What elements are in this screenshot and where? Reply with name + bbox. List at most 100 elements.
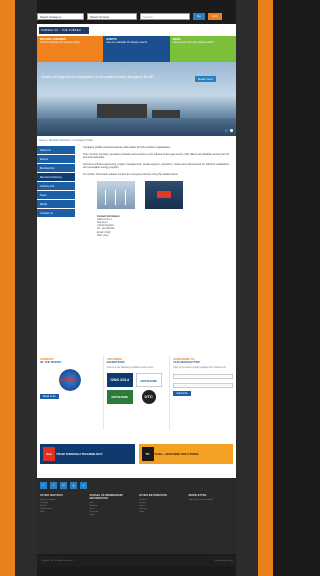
right-orange-border — [258, 0, 273, 576]
tile-text: See our calendar of industry events — [106, 41, 148, 45]
bottom-bar: © Subsea UK · All rights reserved Websit… — [37, 556, 236, 566]
breadcrumb: Home » Members Directory » Company Profi… — [37, 136, 236, 146]
turbine-shape — [125, 189, 126, 205]
lead-paragraph: Company profile overview and key informa… — [83, 146, 171, 149]
sidenav-item-events[interactable]: Events — [37, 155, 75, 164]
sidenav-item-news[interactable]: News — [37, 191, 75, 200]
youtube-icon[interactable]: y — [80, 482, 87, 489]
feature-columns: COMPANY OF THE MONTH Seanet Read more UP… — [37, 356, 236, 430]
footer-heading: SUBSEA UK MEMBERSHIP INFORMATION — [89, 494, 123, 500]
footer-link[interactable]: Jobs — [40, 511, 85, 514]
footer-link[interactable]: Login — [90, 514, 135, 517]
header: SUBSEA UK · THE SUBSEA NETWORK — [37, 24, 236, 39]
turbine-shape — [105, 189, 106, 205]
sponsor-logo: Sea — [43, 447, 55, 461]
tile-membership[interactable]: BECOME A MEMBER Join the Subsea UK netwo… — [37, 36, 104, 62]
column-subheading: EXHIBITIONS — [106, 360, 125, 365]
column-subheading: OF THE MONTH — [40, 360, 62, 365]
tile-events[interactable]: EVENTS See our calendar of industry even… — [103, 36, 170, 62]
service-select[interactable]: Select Service — [87, 12, 137, 20]
footer-heading: NEWSLETTER — [188, 494, 207, 497]
content-area: About Us Events Membership Members Direc… — [37, 146, 236, 237]
left-dark-border — [15, 0, 37, 576]
address-line[interactable]: Web: www. — [97, 234, 232, 237]
breadcrumb-current: Company Profile — [73, 139, 93, 142]
sponsor-banner-tofko[interactable]: TK TofKo · BUILDING SOLUTIONS — [138, 444, 233, 464]
logo-text: Seanet — [58, 376, 76, 383]
name-field[interactable] — [173, 373, 234, 379]
social-links: f t in g y — [40, 482, 233, 489]
sidenav-item-contact[interactable]: Contact Us — [37, 209, 75, 218]
subscribe-button[interactable]: Subscribe — [173, 390, 191, 396]
tile-news[interactable]: NEWS Latest news from the subsea sector — [169, 36, 236, 62]
right-dark-border — [236, 0, 258, 576]
vessel-image[interactable] — [145, 180, 183, 209]
category-select[interactable]: Select Category — [37, 12, 84, 20]
sidenav-item-about[interactable]: About Us — [37, 146, 75, 155]
main-content: Company profile overview and key informa… — [75, 146, 236, 237]
join-button[interactable]: Join — [208, 12, 222, 20]
email-field[interactable] — [173, 382, 234, 388]
linkedin-icon[interactable]: in — [60, 482, 67, 489]
breadcrumb-home[interactable]: Home — [39, 139, 46, 142]
offshore-energy-logo[interactable]: OFFSHORE ENERGY — [106, 389, 133, 413]
hero-banner: Subsea UK supports the development of th… — [37, 62, 236, 136]
newsletter-signup: SUBSCRIBE TO OUR NEWSLETTER Sign up to r… — [170, 356, 236, 430]
carousel-dots — [225, 129, 233, 132]
sidenav-item-membership[interactable]: Membership — [37, 164, 75, 173]
go-button[interactable]: Go — [193, 12, 206, 20]
tile-text: Latest news from the subsea sector — [172, 41, 214, 45]
footer-columns: OTHER SERVICES Industry Support Training… — [40, 494, 233, 517]
sponsor-logo: TK — [141, 447, 154, 461]
sponsor-banner-seanet[interactable]: Sea YOUR THROUGH TECHNOLOGY — [40, 444, 135, 464]
hero-caption: Subsea UK supports the development of th… — [41, 75, 154, 79]
offshore-europe-logo[interactable]: OFFSHORE EUROPE — [135, 372, 162, 397]
body-paragraph: Services include engineering, project ma… — [83, 162, 230, 170]
utc-logo[interactable]: UTC — [141, 389, 156, 404]
feature-tiles: BECOME A MEMBER Join the Subsea UK netwo… — [37, 36, 236, 62]
image-gallery — [97, 180, 232, 209]
left-orange-border — [0, 0, 15, 576]
turbine-shape — [115, 189, 116, 205]
upcoming-exhibitions: UPCOMING EXHIBITIONS Visit us at the fol… — [104, 356, 171, 430]
footer-col: OTHER SERVICES Industry Support Training… — [40, 494, 85, 517]
vessel-shape — [157, 190, 171, 198]
carousel-dot[interactable] — [230, 129, 233, 132]
breadcrumb-section[interactable]: Members Directory — [49, 139, 71, 142]
sidenav-item-media[interactable]: Media — [37, 200, 75, 209]
tile-text: Join the Subsea UK network today — [40, 41, 80, 45]
footer-link[interactable]: Sign up for our newsletter — [189, 499, 234, 502]
column-subheading: OUR NEWSLETTER — [173, 360, 200, 365]
facebook-icon[interactable]: f — [40, 482, 47, 489]
sidenav-item-industry[interactable]: Industry Info — [37, 182, 75, 191]
banner-text: YOUR THROUGH TECHNOLOGY — [56, 452, 103, 456]
footer-link[interactable]: Links — [139, 511, 184, 514]
hero-read-more-button[interactable]: Read more — [195, 76, 216, 82]
body-paragraph: This member company provides products an… — [83, 152, 230, 160]
company-of-month: COMPANY OF THE MONTH Seanet Read more — [37, 356, 104, 430]
footer-heading: OTHER SERVICES — [40, 494, 63, 497]
footer-heading: OTHER INFORMATION — [139, 494, 167, 497]
banner-text: TofKo · BUILDING SOLUTIONS — [154, 452, 199, 456]
carousel-dot[interactable] — [225, 129, 228, 132]
sponsor-banners: Sea YOUR THROUGH TECHNOLOGY TK TofKo · B… — [37, 440, 236, 468]
sidenav-item-directory[interactable]: Members Directory — [37, 173, 75, 182]
column-text: Visit us at the following exhibitions an… — [106, 366, 154, 369]
ons-logo[interactable]: ONS 2014 — [106, 372, 133, 387]
seanet-logo[interactable]: Seanet — [55, 368, 84, 391]
company-read-more-button[interactable]: Read more — [40, 393, 59, 399]
footer-col: OTHER INFORMATION Contact Privacy Terms … — [139, 494, 184, 517]
google-plus-icon[interactable]: g — [70, 482, 77, 489]
twitter-icon[interactable]: t — [50, 482, 57, 489]
side-navigation: About Us Events Membership Members Direc… — [37, 146, 75, 237]
exhibition-row: ONS 2014 OFFSHORE EUROPE — [106, 372, 167, 397]
search-input[interactable]: Search — [140, 12, 190, 20]
copyright-text: © Subsea UK · All rights reserved — [40, 560, 73, 562]
column-text: Sign up to receive regular updates from … — [173, 366, 226, 369]
site-logo[interactable]: SUBSEA UK · THE SUBSEA NETWORK — [39, 26, 89, 39]
wind-turbine-image[interactable] — [97, 180, 135, 209]
exhibition-row: OFFSHORE ENERGY UTC — [106, 389, 167, 413]
credit-link[interactable]: Website by Design — [215, 556, 233, 566]
footer-col: NEWSLETTER Sign up for our newsletter — [189, 494, 234, 517]
contact-info: Contact Information Address line 1 Aberd… — [97, 215, 232, 237]
